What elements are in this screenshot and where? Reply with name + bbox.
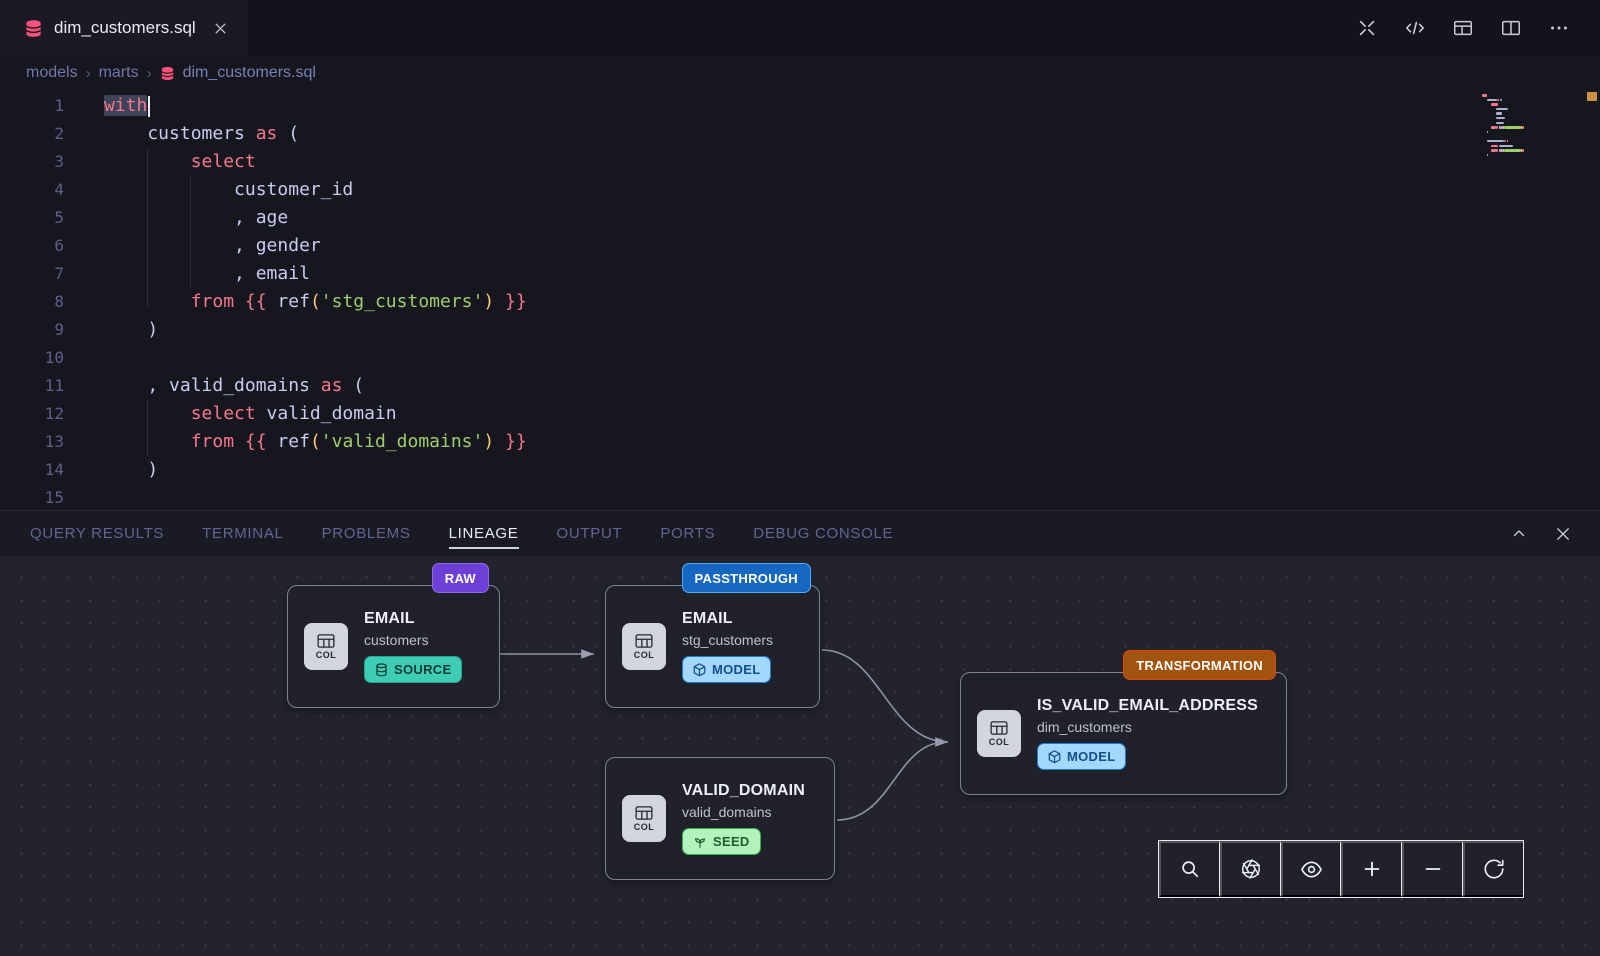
column-icon: COL [977, 710, 1021, 757]
panel-tab-query-results[interactable]: QUERY RESULTS [30, 511, 164, 556]
tab-title: dim_customers.sql [54, 18, 196, 38]
lineage-node-valid-domains[interactable]: COL VALID_DOMAIN valid_domains SEED [605, 757, 835, 880]
column-icon: COL [622, 623, 666, 670]
search-button[interactable] [1159, 841, 1220, 897]
column-icon-label: COL [316, 650, 337, 660]
code-line: 3 select [0, 148, 1470, 176]
code-lines: 1with2 customers as (3 select4 customer_… [0, 92, 1470, 510]
badge-label: SEED [713, 834, 750, 849]
breadcrumb-item-models[interactable]: models [26, 64, 78, 82]
aperture-icon [1240, 858, 1262, 880]
lineage-toolbar [1158, 840, 1524, 898]
code-line: 4 customer_id [0, 176, 1470, 204]
panel-tab-bar: QUERY RESULTS TERMINAL PROBLEMS LINEAGE OUTP… [0, 510, 1600, 556]
app-window: dim_customers.sql models › [0, 0, 1600, 956]
panel-tab-lineage[interactable]: LINEAGE [449, 511, 519, 556]
transformation-tag: TRANSFORMATION [1123, 650, 1276, 680]
column-icon: COL [304, 623, 348, 670]
editor-tab-bar: dim_customers.sql [0, 0, 1600, 56]
tab-dim-customers-sql[interactable]: dim_customers.sql [0, 0, 248, 56]
column-icon-label: COL [634, 822, 655, 832]
panel-tab-terminal[interactable]: TERMINAL [202, 511, 283, 556]
code-editor[interactable]: 1with2 customers as (3 select4 customer_… [0, 90, 1600, 510]
split-cross-icon[interactable] [1356, 17, 1378, 39]
seed-badge: SEED [682, 828, 761, 855]
code-line: 12 select valid_domain [0, 400, 1470, 428]
panel-tab-problems[interactable]: PROBLEMS [322, 511, 411, 556]
split-editor-icon[interactable] [1500, 17, 1522, 39]
column-name: EMAIL [682, 610, 773, 628]
chevron-up-icon[interactable] [1510, 525, 1528, 543]
panel-tabs: QUERY RESULTS TERMINAL PROBLEMS LINEAGE OUTP… [0, 511, 893, 556]
column-icon: COL [622, 795, 666, 842]
table-layout-icon[interactable] [1452, 17, 1474, 39]
code-line: 14 ) [0, 456, 1470, 484]
eye-icon [1300, 858, 1323, 881]
panel-close-icon[interactable] [1554, 525, 1572, 543]
aperture-button[interactable] [1220, 841, 1281, 897]
code-line: 5 , age [0, 204, 1470, 232]
code-line: 11 , valid_domains as ( [0, 372, 1470, 400]
column-icon-label: COL [634, 650, 655, 660]
tab-close-icon[interactable] [213, 21, 228, 36]
lineage-node-customers-email[interactable]: COL EMAIL customers SOURCE RAW [287, 585, 500, 708]
column-icon-label: COL [989, 737, 1010, 747]
lineage-node-dim-customers[interactable]: COL IS_VALID_EMAIL_ADDRESS dim_customers… [960, 672, 1287, 795]
code-line: 2 customers as ( [0, 120, 1470, 148]
search-icon [1179, 858, 1201, 880]
panel-tab-output[interactable]: OUTPUT [557, 511, 623, 556]
column-name: EMAIL [364, 610, 462, 628]
zoom-out-button[interactable] [1402, 841, 1463, 897]
breadcrumb-item-marts[interactable]: marts [99, 64, 139, 82]
code-line: 6 , gender [0, 232, 1470, 260]
breadcrumb-item-file[interactable]: dim_customers.sql [183, 64, 316, 82]
lineage-node-stg-customers-email[interactable]: COL EMAIL stg_customers MODEL PASSTHROUG… [605, 585, 820, 708]
minus-icon [1422, 858, 1444, 880]
plus-icon [1361, 858, 1383, 880]
more-actions-icon[interactable] [1548, 17, 1570, 39]
visibility-button[interactable] [1281, 841, 1342, 897]
badge-label: SOURCE [394, 662, 451, 677]
table-name: customers [364, 632, 462, 648]
model-badge: MODEL [1037, 743, 1126, 770]
overview-ruler-marker [1587, 92, 1597, 101]
badge-label: MODEL [1067, 749, 1115, 764]
lineage-canvas[interactable]: COL EMAIL customers SOURCE RAW COL EMAIL… [0, 556, 1600, 956]
panel-actions [1510, 525, 1600, 543]
breadcrumb: models › marts › dim_customers.sql [0, 56, 1600, 90]
code-icon[interactable] [1404, 17, 1426, 39]
code-line: 7 , email [0, 260, 1470, 288]
code-line: 13 from {{ ref('valid_domains') }} [0, 428, 1470, 456]
code-line: 10 [0, 344, 1470, 372]
database-icon [24, 19, 43, 38]
table-name: valid_domains [682, 804, 805, 820]
code-line: 9 ) [0, 316, 1470, 344]
minimap[interactable] [1482, 94, 1582, 163]
code-line: 8 from {{ ref('stg_customers') }} [0, 288, 1470, 316]
database-icon [160, 66, 175, 81]
editor-actions [1356, 17, 1600, 39]
breadcrumb-separator: › [147, 65, 152, 82]
badge-label: MODEL [712, 662, 760, 677]
zoom-in-button[interactable] [1341, 841, 1402, 897]
source-badge: SOURCE [364, 656, 462, 683]
breadcrumb-separator: › [86, 65, 91, 82]
refresh-button[interactable] [1463, 841, 1523, 897]
model-badge: MODEL [682, 656, 771, 683]
column-name: VALID_DOMAIN [682, 782, 805, 800]
panel-tab-ports[interactable]: PORTS [660, 511, 715, 556]
raw-tag: RAW [432, 563, 489, 593]
panel-tab-debug-console[interactable]: DEBUG CONSOLE [753, 511, 893, 556]
passthrough-tag: PASSTHROUGH [682, 563, 811, 593]
table-name: dim_customers [1037, 719, 1258, 735]
table-name: stg_customers [682, 632, 773, 648]
code-line: 1with [0, 92, 1470, 120]
column-name: IS_VALID_EMAIL_ADDRESS [1037, 697, 1258, 715]
code-line: 15 [0, 484, 1470, 510]
refresh-icon [1483, 858, 1505, 880]
